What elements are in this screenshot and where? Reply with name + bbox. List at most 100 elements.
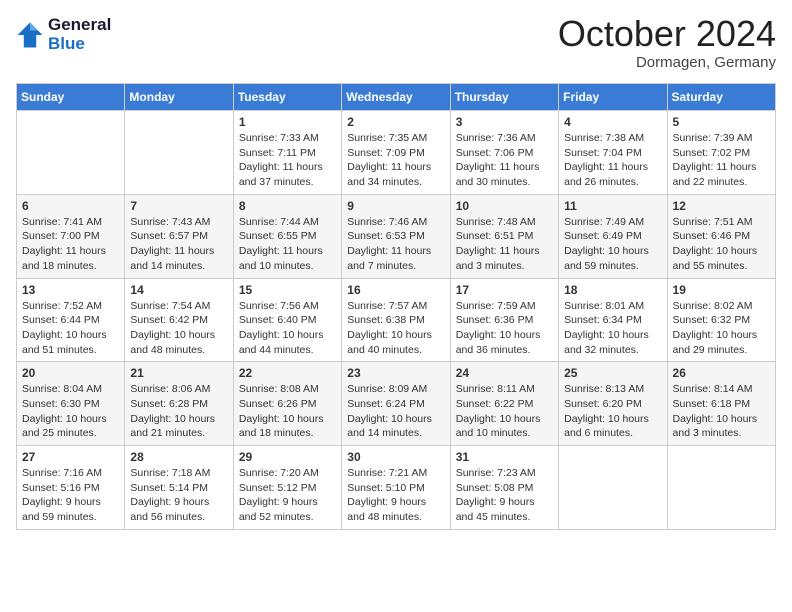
day-info: Sunrise: 7:44 AM Sunset: 6:55 PM Dayligh… xyxy=(239,215,336,274)
calendar-week-row: 1 Sunrise: 7:33 AM Sunset: 7:11 PM Daylig… xyxy=(17,111,776,195)
day-info: Sunrise: 8:08 AM Sunset: 6:26 PM Dayligh… xyxy=(239,382,336,441)
calendar-cell: 28Sunrise: 7:18 AM Sunset: 5:14 PM Dayli… xyxy=(125,446,233,530)
day-number: 21 xyxy=(130,366,227,380)
weekday-header: Saturday xyxy=(667,84,775,111)
day-info: Sunrise: 7:59 AM Sunset: 6:36 PM Dayligh… xyxy=(456,299,553,358)
calendar-week-row: 13 Sunrise: 7:52 AM Sunset: 6:44 PM Dayli… xyxy=(17,278,776,362)
calendar-cell xyxy=(125,111,233,195)
day-info: Sunrise: 7:52 AM Sunset: 6:44 PM Dayligh… xyxy=(22,299,119,358)
day-number: 7 xyxy=(130,199,227,213)
calendar-cell: 8Sunrise: 7:44 AM Sunset: 6:55 PM Daylig… xyxy=(233,194,341,278)
day-number: 10 xyxy=(456,199,553,213)
day-info: Sunrise: 7:20 AM Sunset: 5:12 PM Dayligh… xyxy=(239,466,336,525)
day-info: Sunrise: 7:49 AM Sunset: 6:49 PM Dayligh… xyxy=(564,215,661,274)
weekday-header: Tuesday xyxy=(233,84,341,111)
calendar-cell: 9 Sunrise: 7:46 AM Sunset: 6:53 PM Daylig… xyxy=(342,194,450,278)
day-number: 24 xyxy=(456,366,553,380)
day-number: 19 xyxy=(673,283,770,297)
day-number: 11 xyxy=(564,199,661,213)
day-number: 20 xyxy=(22,366,119,380)
day-info: Sunrise: 7:46 AM Sunset: 6:53 PM Dayligh… xyxy=(347,215,444,274)
day-number: 6 xyxy=(22,199,119,213)
day-info: Sunrise: 8:09 AM Sunset: 6:24 PM Dayligh… xyxy=(347,382,444,441)
day-number: 14 xyxy=(130,283,227,297)
day-info: Sunrise: 7:33 AM Sunset: 7:11 PM Dayligh… xyxy=(239,131,336,190)
day-info: Sunrise: 8:11 AM Sunset: 6:22 PM Dayligh… xyxy=(456,382,553,441)
day-info: Sunrise: 7:57 AM Sunset: 6:38 PM Dayligh… xyxy=(347,299,444,358)
day-info: Sunrise: 7:54 AM Sunset: 6:42 PM Dayligh… xyxy=(130,299,227,358)
day-number: 31 xyxy=(456,450,553,464)
day-number: 3 xyxy=(456,115,553,129)
day-number: 23 xyxy=(347,366,444,380)
calendar-table: SundayMondayTuesdayWednesdayThursdayFrid… xyxy=(16,83,776,530)
calendar-cell: 6 Sunrise: 7:41 AM Sunset: 7:00 PM Daylig… xyxy=(17,194,125,278)
calendar-week-row: 20Sunrise: 8:04 AM Sunset: 6:30 PM Dayli… xyxy=(17,362,776,446)
calendar-cell: 12Sunrise: 7:51 AM Sunset: 6:46 PM Dayli… xyxy=(667,194,775,278)
calendar-cell: 11 Sunrise: 7:49 AM Sunset: 6:49 PM Dayli… xyxy=(559,194,667,278)
day-number: 1 xyxy=(239,115,336,129)
day-info: Sunrise: 7:41 AM Sunset: 7:00 PM Dayligh… xyxy=(22,215,119,274)
day-info: Sunrise: 7:43 AM Sunset: 6:57 PM Dayligh… xyxy=(130,215,227,274)
location: Dormagen, Germany xyxy=(558,54,776,71)
calendar-cell: 19 Sunrise: 8:02 AM Sunset: 6:32 PM Dayli… xyxy=(667,278,775,362)
calendar-header-row: SundayMondayTuesdayWednesdayThursdayFrid… xyxy=(17,84,776,111)
month-title: October 2024 xyxy=(558,16,776,52)
day-number: 29 xyxy=(239,450,336,464)
weekday-header: Thursday xyxy=(450,84,558,111)
day-info: Sunrise: 7:35 AM Sunset: 7:09 PM Dayligh… xyxy=(347,131,444,190)
day-number: 17 xyxy=(456,283,553,297)
calendar-cell: 7 Sunrise: 7:43 AM Sunset: 6:57 PM Daylig… xyxy=(125,194,233,278)
day-info: Sunrise: 7:38 AM Sunset: 7:04 PM Dayligh… xyxy=(564,131,661,190)
day-number: 25 xyxy=(564,366,661,380)
calendar-cell: 18Sunrise: 8:01 AM Sunset: 6:34 PM Dayli… xyxy=(559,278,667,362)
day-number: 4 xyxy=(564,115,661,129)
weekday-header: Monday xyxy=(125,84,233,111)
calendar-cell xyxy=(667,446,775,530)
calendar-cell: 5 Sunrise: 7:39 AM Sunset: 7:02 PM Daylig… xyxy=(667,111,775,195)
weekday-header: Sunday xyxy=(17,84,125,111)
day-info: Sunrise: 7:21 AM Sunset: 5:10 PM Dayligh… xyxy=(347,466,444,525)
day-number: 15 xyxy=(239,283,336,297)
calendar-cell: 16 Sunrise: 7:57 AM Sunset: 6:38 PM Dayli… xyxy=(342,278,450,362)
calendar-cell: 14 Sunrise: 7:54 AM Sunset: 6:42 PM Dayli… xyxy=(125,278,233,362)
day-number: 5 xyxy=(673,115,770,129)
day-info: Sunrise: 8:01 AM Sunset: 6:34 PM Dayligh… xyxy=(564,299,661,358)
day-info: Sunrise: 7:16 AM Sunset: 5:16 PM Dayligh… xyxy=(22,466,119,525)
title-block: October 2024 Dormagen, Germany xyxy=(558,16,776,71)
day-info: Sunrise: 8:02 AM Sunset: 6:32 PM Dayligh… xyxy=(673,299,770,358)
day-info: Sunrise: 7:23 AM Sunset: 5:08 PM Dayligh… xyxy=(456,466,553,525)
calendar-cell: 31 Sunrise: 7:23 AM Sunset: 5:08 PM Dayli… xyxy=(450,446,558,530)
day-info: Sunrise: 7:39 AM Sunset: 7:02 PM Dayligh… xyxy=(673,131,770,190)
calendar-cell: 17 Sunrise: 7:59 AM Sunset: 6:36 PM Dayli… xyxy=(450,278,558,362)
day-number: 12 xyxy=(673,199,770,213)
calendar-cell: 1 Sunrise: 7:33 AM Sunset: 7:11 PM Daylig… xyxy=(233,111,341,195)
calendar-cell: 24 Sunrise: 8:11 AM Sunset: 6:22 PM Dayli… xyxy=(450,362,558,446)
calendar-cell: 26 Sunrise: 8:14 AM Sunset: 6:18 PM Dayli… xyxy=(667,362,775,446)
calendar-cell xyxy=(17,111,125,195)
weekday-header: Wednesday xyxy=(342,84,450,111)
weekday-header: Friday xyxy=(559,84,667,111)
day-number: 9 xyxy=(347,199,444,213)
day-number: 16 xyxy=(347,283,444,297)
day-info: Sunrise: 7:56 AM Sunset: 6:40 PM Dayligh… xyxy=(239,299,336,358)
calendar-cell: 4 Sunrise: 7:38 AM Sunset: 7:04 PM Daylig… xyxy=(559,111,667,195)
day-info: Sunrise: 7:36 AM Sunset: 7:06 PM Dayligh… xyxy=(456,131,553,190)
day-info: Sunrise: 7:48 AM Sunset: 6:51 PM Dayligh… xyxy=(456,215,553,274)
day-info: Sunrise: 8:06 AM Sunset: 6:28 PM Dayligh… xyxy=(130,382,227,441)
logo-text-general: General xyxy=(48,16,111,35)
day-number: 2 xyxy=(347,115,444,129)
logo-icon xyxy=(16,21,44,49)
calendar-week-row: 27 Sunrise: 7:16 AM Sunset: 5:16 PM Dayli… xyxy=(17,446,776,530)
logo-text-blue: Blue xyxy=(48,35,111,54)
calendar-cell: 21 Sunrise: 8:06 AM Sunset: 6:28 PM Dayli… xyxy=(125,362,233,446)
day-number: 28 xyxy=(130,450,227,464)
day-info: Sunrise: 8:14 AM Sunset: 6:18 PM Dayligh… xyxy=(673,382,770,441)
day-number: 22 xyxy=(239,366,336,380)
calendar-cell: 29 Sunrise: 7:20 AM Sunset: 5:12 PM Dayli… xyxy=(233,446,341,530)
day-number: 13 xyxy=(22,283,119,297)
calendar-cell: 10 Sunrise: 7:48 AM Sunset: 6:51 PM Dayli… xyxy=(450,194,558,278)
day-number: 26 xyxy=(673,366,770,380)
day-number: 27 xyxy=(22,450,119,464)
logo: General Blue xyxy=(16,16,111,53)
day-number: 30 xyxy=(347,450,444,464)
